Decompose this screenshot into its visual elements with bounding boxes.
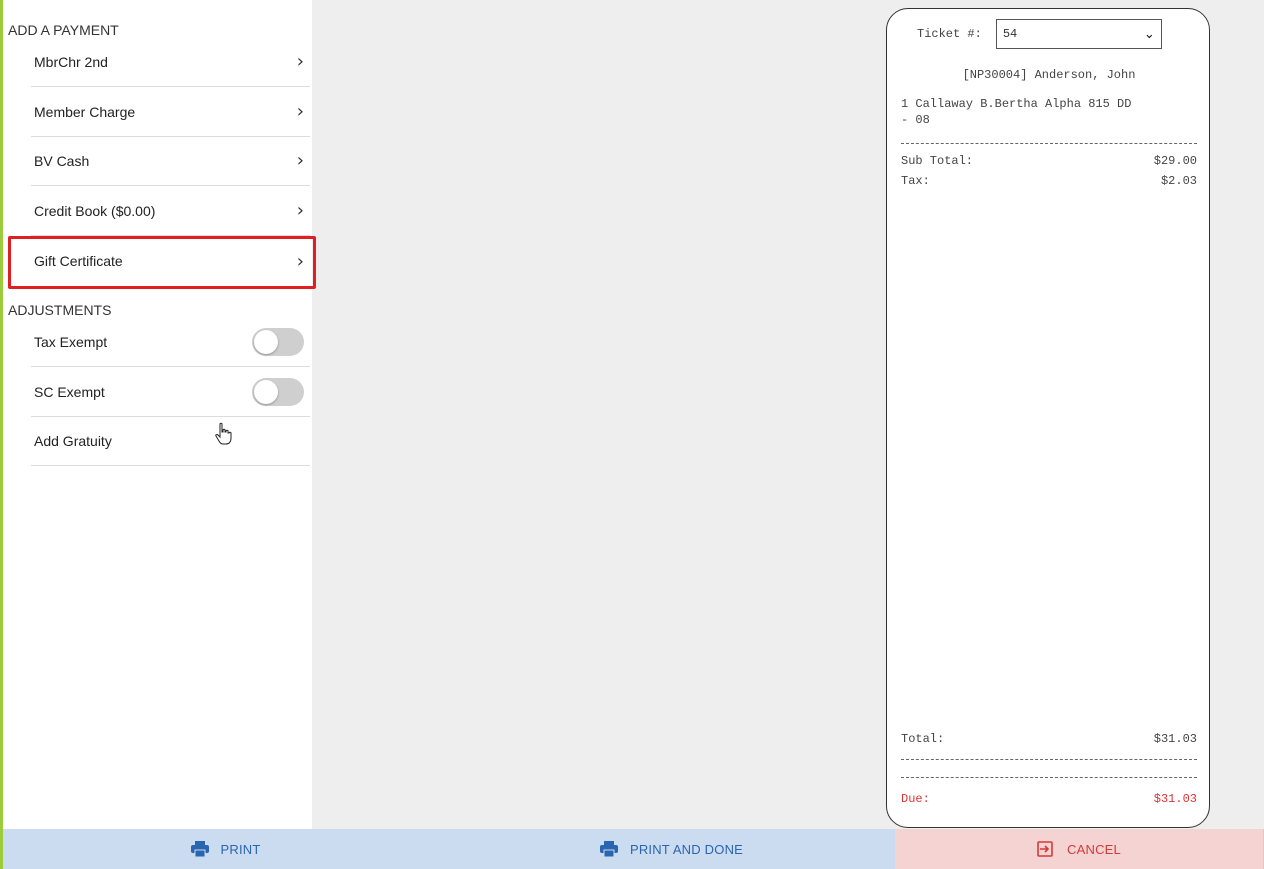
due-row: Due: $31.03 — [901, 792, 1197, 806]
adjustment-tax-exempt: Tax Exempt — [31, 317, 310, 367]
receipt-divider — [901, 777, 1197, 778]
chevron-right-icon: › — [296, 150, 304, 171]
payment-item-label: BV Cash — [34, 152, 90, 169]
gift-certificate-highlight — [8, 236, 316, 289]
payment-item-label: Credit Book ($0.00) — [34, 202, 156, 219]
ticket-label: Ticket #: — [917, 27, 982, 41]
tax-exempt-toggle[interactable] — [252, 327, 304, 356]
receipt-panel: Ticket #: 54 ⌄ [NP30004] Anderson, John … — [886, 8, 1210, 828]
tax-label: Tax: — [901, 174, 930, 188]
left-panel: ADD A PAYMENT MbrChr 2nd › Member Charge… — [3, 0, 312, 829]
chevron-right-icon: › — [296, 200, 304, 221]
ticket-select-value: 54 — [1002, 27, 1018, 41]
payment-item-label: Member Charge — [34, 103, 136, 120]
payment-item-credit-book[interactable]: Credit Book ($0.00) › — [31, 186, 310, 236]
item-line-2: - 08 — [901, 113, 930, 127]
tax-row: Tax: $2.03 — [901, 174, 1197, 188]
adjustment-label: Add Gratuity — [34, 432, 112, 449]
payment-item-bv-cash[interactable]: BV Cash › — [31, 136, 310, 186]
receipt-divider — [901, 143, 1197, 144]
ticket-select[interactable]: 54 ⌄ — [995, 19, 1162, 49]
due-label: Due: — [901, 792, 930, 806]
print-button-label: PRINT — [220, 841, 261, 857]
due-value: $31.03 — [1153, 792, 1197, 806]
print-and-done-button[interactable]: PRINT AND DONE — [448, 829, 895, 869]
sc-exempt-toggle[interactable] — [252, 377, 304, 406]
chevron-down-icon: ⌄ — [1143, 26, 1155, 42]
print-and-done-button-label: PRINT AND DONE — [629, 841, 744, 857]
adjustment-sc-exempt: SC Exempt — [31, 367, 310, 417]
cancel-button[interactable]: CANCEL — [895, 829, 1263, 869]
payment-item-label: MbrChr 2nd — [34, 53, 108, 70]
payment-item-mbrchr-2nd[interactable]: MbrChr 2nd › — [31, 37, 310, 87]
item-line-1: 1 Callaway B.Bertha Alpha 815 DD — [901, 97, 1132, 111]
hand-cursor-icon — [215, 422, 232, 445]
receipt-divider — [901, 759, 1197, 760]
add-payment-heading: ADD A PAYMENT — [8, 22, 119, 38]
chevron-right-icon: › — [296, 101, 304, 122]
print-button[interactable]: PRINT — [3, 829, 448, 869]
total-label: Total: — [901, 732, 945, 746]
printer-icon — [190, 841, 209, 857]
adjustments-heading: ADJUSTMENTS — [8, 302, 112, 318]
total-value: $31.03 — [1153, 732, 1197, 746]
total-row: Total: $31.03 — [901, 732, 1197, 746]
tax-value: $2.03 — [1160, 174, 1197, 188]
chevron-right-icon: › — [296, 51, 304, 72]
sign-out-icon — [1037, 841, 1053, 857]
customer-name: [NP30004] Anderson, John — [962, 68, 1136, 82]
adjustment-label: SC Exempt — [34, 383, 105, 400]
payment-item-member-charge[interactable]: Member Charge › — [31, 87, 310, 137]
subtotal-row: Sub Total: $29.00 — [901, 154, 1197, 168]
adjustment-label: Tax Exempt — [34, 333, 108, 350]
subtotal-label: Sub Total: — [901, 154, 974, 168]
ticket-row: Ticket #: 54 ⌄ — [917, 19, 1162, 49]
printer-icon — [599, 841, 618, 857]
cancel-button-label: CANCEL — [1067, 841, 1121, 857]
subtotal-value: $29.00 — [1153, 154, 1197, 168]
adjustment-add-gratuity[interactable]: Add Gratuity — [31, 416, 310, 466]
